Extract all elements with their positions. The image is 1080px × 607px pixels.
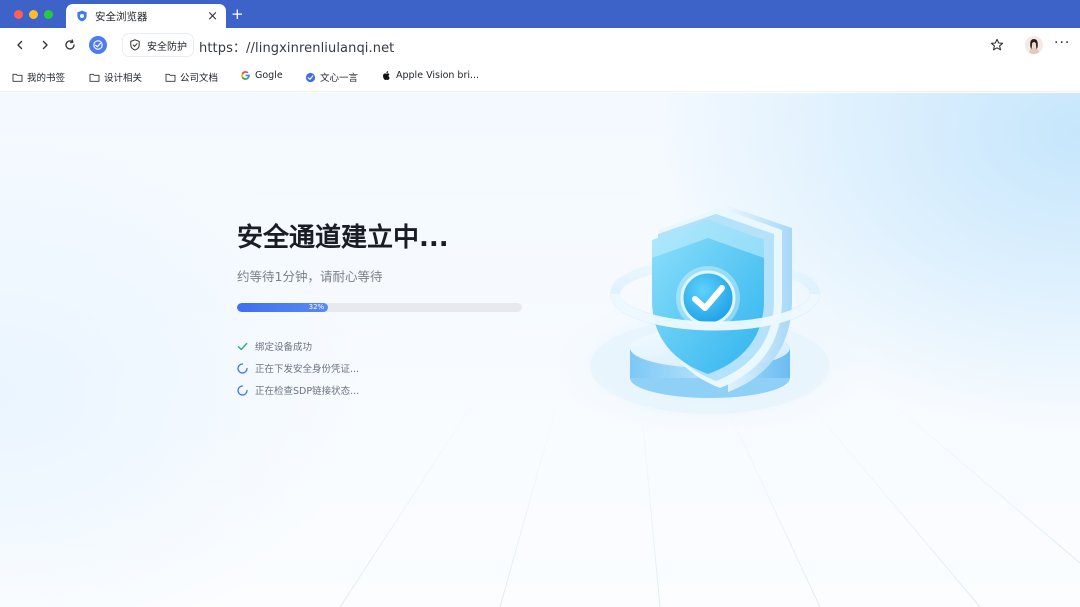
- close-window-button[interactable]: [14, 10, 23, 19]
- minimize-window-button[interactable]: [29, 10, 38, 19]
- step-item: 绑定设备成功: [237, 335, 359, 357]
- reload-button[interactable]: [62, 37, 78, 53]
- star-icon: [990, 38, 1004, 51]
- step-text: 绑定设备成功: [255, 342, 313, 353]
- bookmark-label: Apple Vision bri...: [396, 70, 480, 81]
- grid-floor-background: [300, 392, 1080, 607]
- reload-icon: [65, 39, 75, 50]
- checkmark-icon: [237, 341, 248, 352]
- bookmark-label: 我的书签: [27, 73, 66, 84]
- bookmark-label: 设计相关: [104, 73, 143, 84]
- security-protection-chip[interactable]: 安全防护: [123, 34, 193, 56]
- avatar[interactable]: [1025, 36, 1043, 54]
- shield-check-icon: [129, 39, 141, 51]
- bookmark-item[interactable]: 我的书签: [12, 70, 65, 84]
- security-label: 安全防护: [147, 41, 187, 53]
- page-content: 安全通道建立中... 约等待1分钟，请耐心等待 32% 绑定设备成功 正在下发安…: [0, 93, 1080, 607]
- progress-bar-fill: 32%: [237, 303, 329, 312]
- address-toolbar: 安全防护 https：//lingxinrenliulanqi.net ···: [0, 28, 1080, 62]
- page-title: 安全通道建立中...: [237, 223, 449, 253]
- url-field[interactable]: https：//lingxinrenliulanqi.net: [199, 37, 394, 56]
- folder-icon: [165, 72, 176, 83]
- shield-favicon-icon: [76, 10, 88, 22]
- site-security-icon[interactable]: [89, 36, 107, 54]
- bookmark-label: Gogle: [255, 70, 283, 81]
- step-text: 正在下发安全身份凭证...: [255, 364, 360, 375]
- back-button[interactable]: [12, 37, 28, 53]
- bookmark-item[interactable]: Apple Vision bri...: [381, 70, 479, 81]
- bookmark-star-button[interactable]: [990, 38, 1004, 52]
- progress-bar: 32%: [237, 303, 522, 312]
- bookmarks-bar: 我的书签 设计相关 公司文档 Gogle 文心一言 Apple Vision b…: [0, 62, 1080, 92]
- wenxin-icon: [305, 72, 316, 83]
- folder-icon: [12, 72, 23, 83]
- title-bar: 安全浏览器 × +: [0, 0, 1080, 28]
- forward-button[interactable]: [37, 37, 53, 53]
- user-avatar-icon: [1025, 36, 1043, 54]
- tab-close-icon[interactable]: ×: [207, 10, 218, 23]
- step-item: 正在下发安全身份凭证...: [237, 357, 359, 379]
- bookmark-label: 文心一言: [320, 73, 359, 84]
- bookmark-label: 公司文档: [180, 73, 219, 84]
- progress-label: 32%: [308, 303, 325, 311]
- new-tab-button[interactable]: +: [231, 5, 244, 23]
- apple-icon: [381, 70, 392, 81]
- chevron-right-icon: [42, 40, 48, 50]
- loading-spinner-icon: [237, 362, 248, 374]
- step-text: 正在检查SDP链接状态...: [255, 386, 360, 397]
- step-list: 绑定设备成功 正在下发安全身份凭证... 正在检查SDP链接状态...: [237, 335, 359, 401]
- page-subtitle: 约等待1分钟，请耐心等待: [237, 269, 383, 284]
- tab-active[interactable]: 安全浏览器 ×: [66, 4, 226, 28]
- bookmark-item[interactable]: Gogle: [240, 70, 283, 81]
- chevron-left-icon: [17, 40, 23, 50]
- step-item: 正在检查SDP链接状态...: [237, 379, 359, 401]
- google-icon: [240, 70, 251, 81]
- bookmark-item[interactable]: 设计相关: [89, 70, 142, 84]
- loading-spinner-icon: [237, 384, 248, 396]
- globe-shield-icon: [93, 40, 103, 50]
- bookmark-item[interactable]: 公司文档: [165, 70, 218, 84]
- tab-title: 安全浏览器: [95, 10, 148, 23]
- security-shield-illustration: [560, 206, 870, 436]
- more-menu-button[interactable]: ···: [1054, 35, 1070, 51]
- bookmark-item[interactable]: 文心一言: [305, 70, 358, 84]
- maximize-window-button[interactable]: [44, 10, 53, 19]
- folder-icon: [89, 72, 100, 83]
